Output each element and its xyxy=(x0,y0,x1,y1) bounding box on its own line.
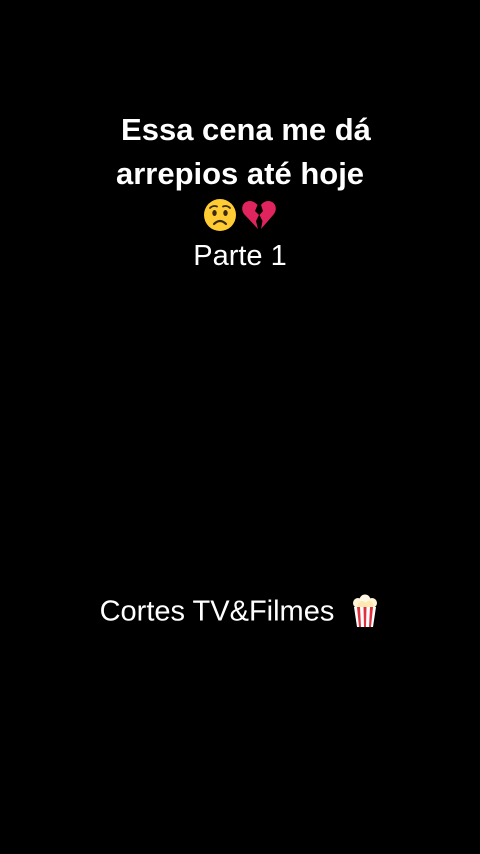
broken-heart-icon xyxy=(242,201,277,229)
part-label: Parte 1 xyxy=(193,240,287,272)
caption-title-line-2: arrepios até hoje xyxy=(115,156,365,191)
video-frame[interactable]: Essa cena me dá arrepios até hoje Parte … xyxy=(0,0,480,854)
channel-watermark: Cortes TV&Filmes xyxy=(0,590,480,631)
channel-name: Cortes TV&Filmes xyxy=(99,595,335,628)
worried-face-icon xyxy=(203,199,236,231)
caption-emojis xyxy=(0,198,480,234)
caption-title: Essa cena me dá arrepios até hoje xyxy=(0,108,480,196)
caption-title-line-1: Essa cena me dá xyxy=(121,112,371,147)
popcorn-icon xyxy=(353,594,378,628)
